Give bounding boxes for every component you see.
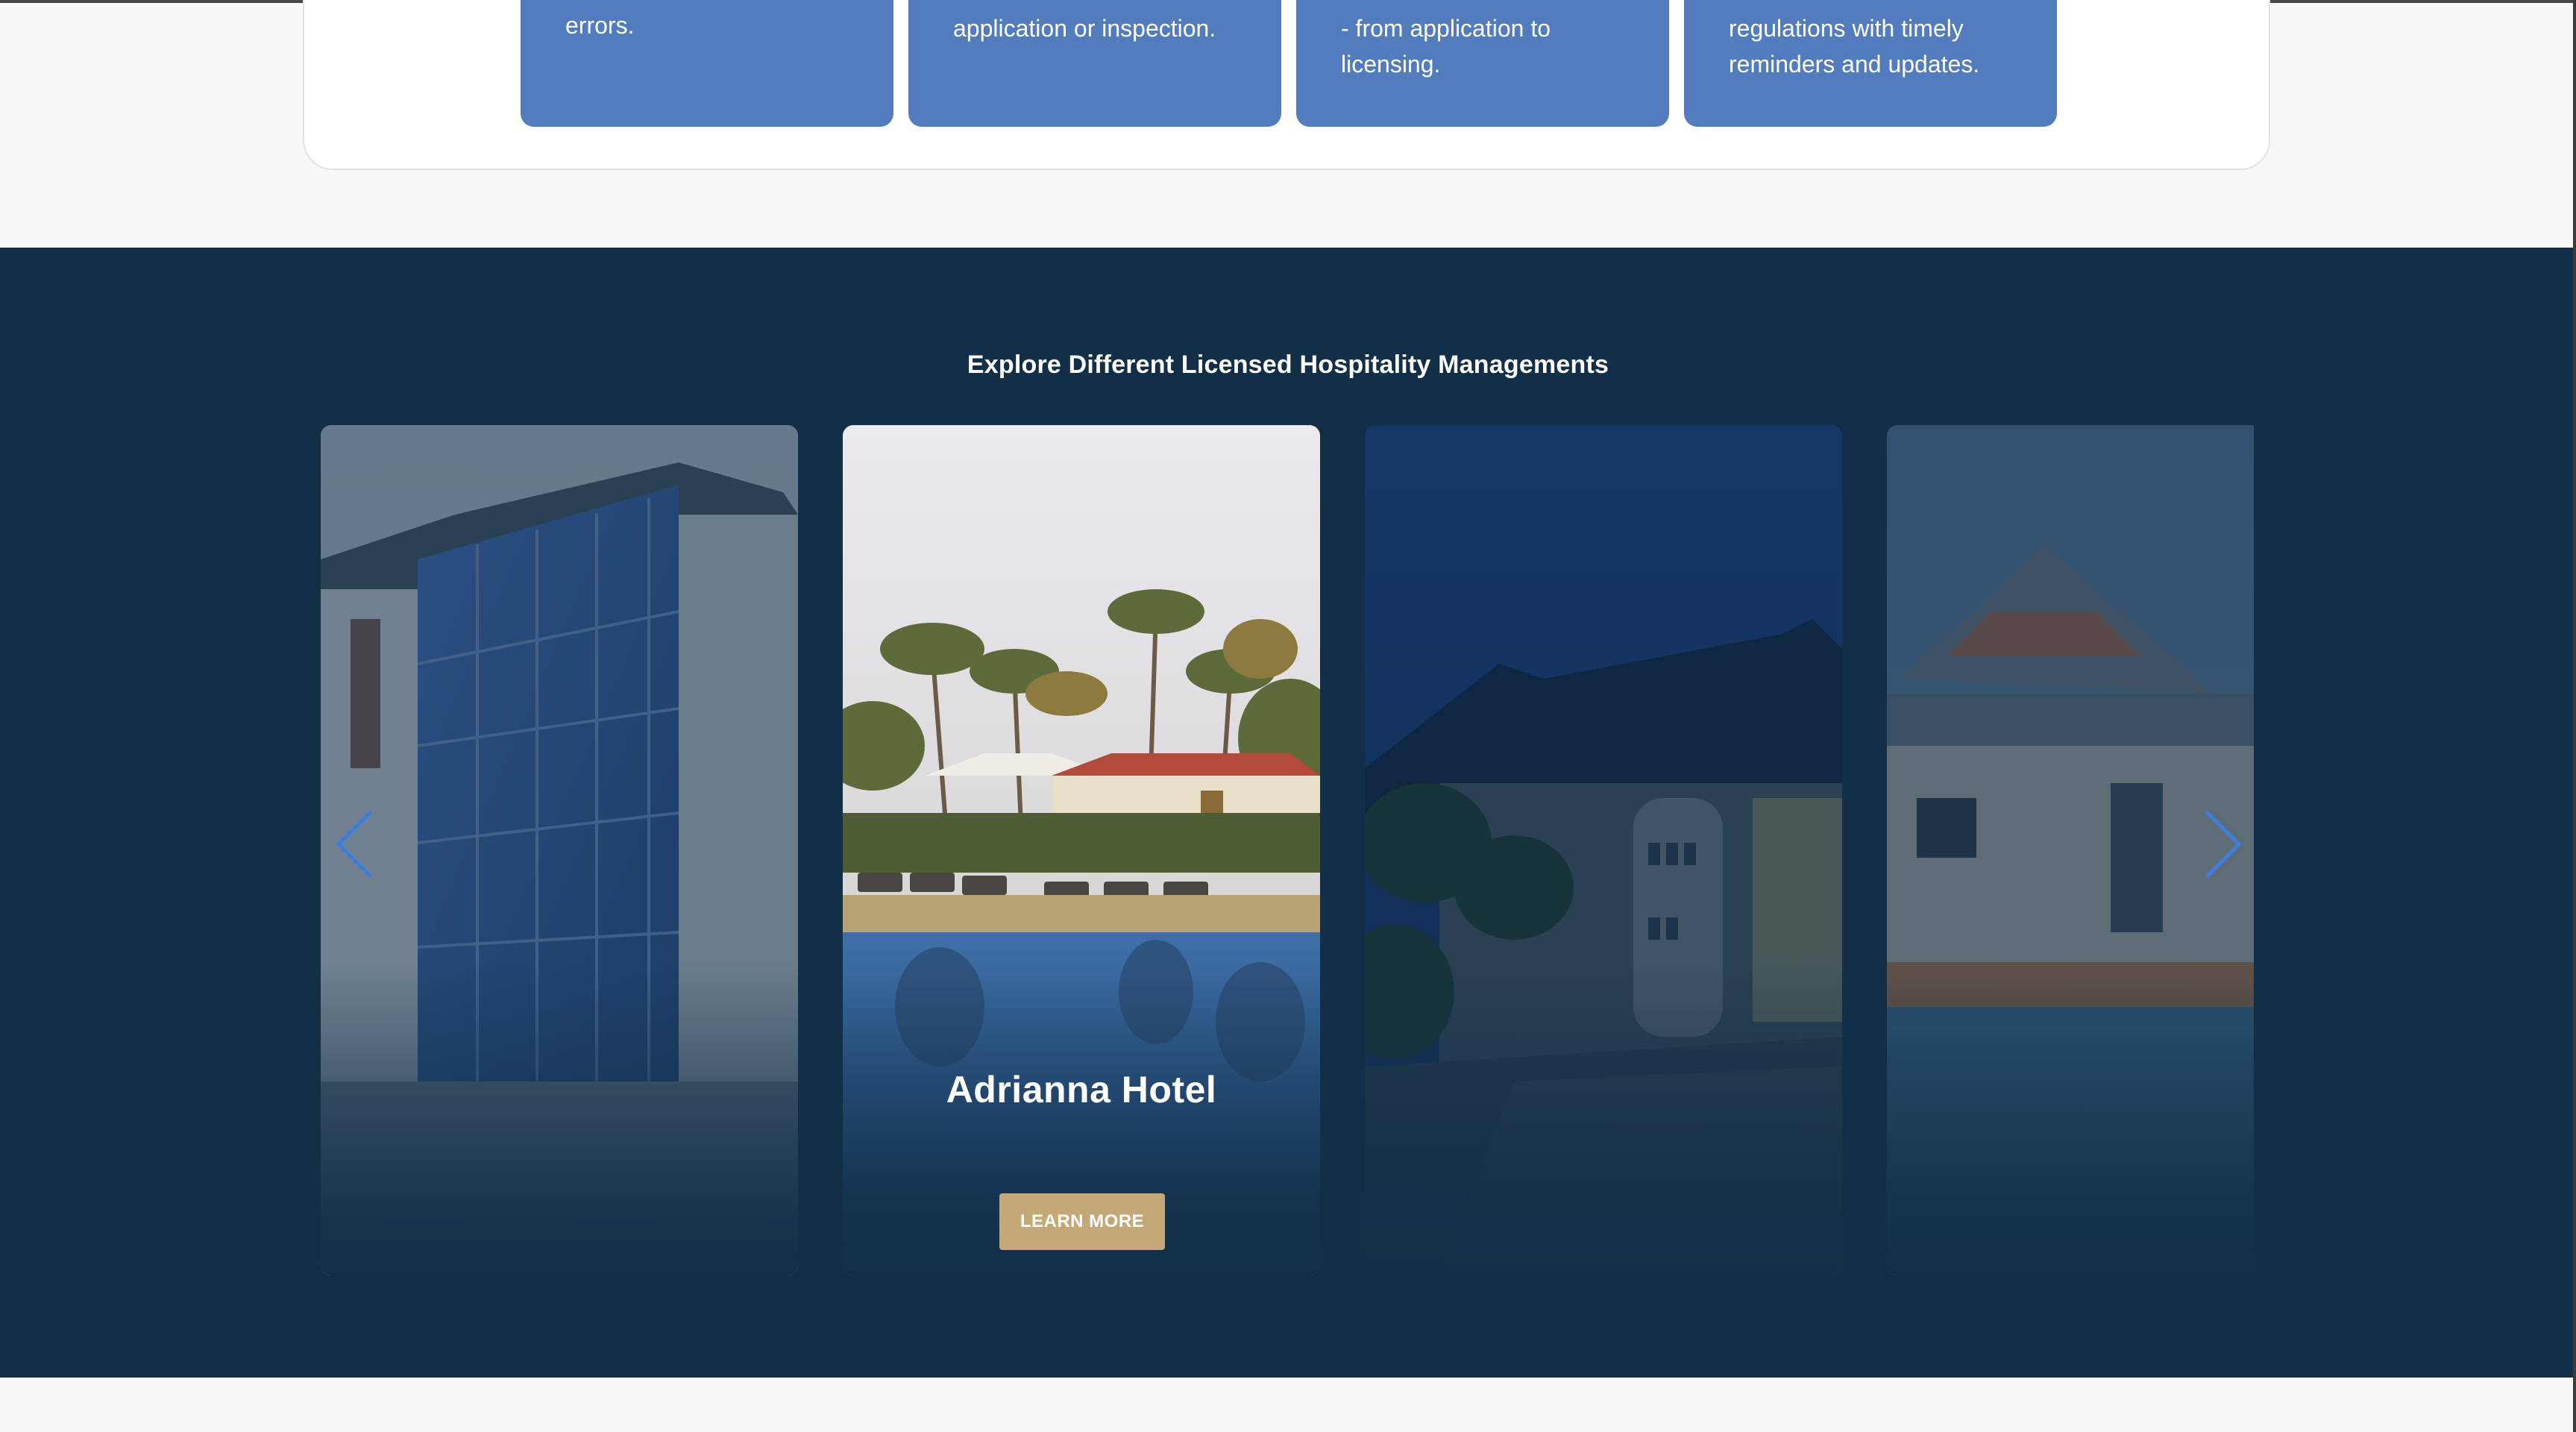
feature-card: regulations with timely reminders and up… xyxy=(1684,0,2057,127)
feature-card-text: - from application to licensing. xyxy=(1341,15,1551,78)
hotel-carousel[interactable]: Adrianna Hotel LEARN MORE xyxy=(321,425,2254,1275)
feature-card-text: errors. xyxy=(565,12,635,39)
feature-card: - from application to licensing. xyxy=(1296,0,1669,127)
slide-fade xyxy=(321,962,798,1275)
learn-more-button[interactable]: LEARN MORE xyxy=(999,1193,1165,1250)
feature-card: application or inspection. xyxy=(908,0,1281,127)
section-title: Explore Different Licensed Hospitality M… xyxy=(967,351,1609,379)
slide-fade xyxy=(1887,962,2254,1275)
features-panel: errors. application or inspection. - fro… xyxy=(303,0,2270,170)
feature-card-text: application or inspection. xyxy=(953,15,1216,42)
hotel-slide[interactable] xyxy=(1365,425,1842,1275)
chevron-left-icon[interactable] xyxy=(333,807,385,882)
slide-fade xyxy=(1365,962,1842,1275)
hotel-slide[interactable] xyxy=(321,425,798,1275)
chevron-right-icon[interactable] xyxy=(2193,807,2245,882)
window-right-border xyxy=(2573,0,2576,1432)
feature-card: errors. xyxy=(521,0,893,127)
page: errors. application or inspection. - fro… xyxy=(0,0,2576,1432)
footer-strip xyxy=(0,1378,2576,1432)
feature-card-text: regulations with timely reminders and up… xyxy=(1729,15,1980,78)
hotel-slide-active[interactable]: Adrianna Hotel LEARN MORE xyxy=(843,425,1320,1275)
hotel-name: Adrianna Hotel xyxy=(946,1069,1217,1111)
hospitality-section: Explore Different Licensed Hospitality M… xyxy=(0,248,2576,1378)
